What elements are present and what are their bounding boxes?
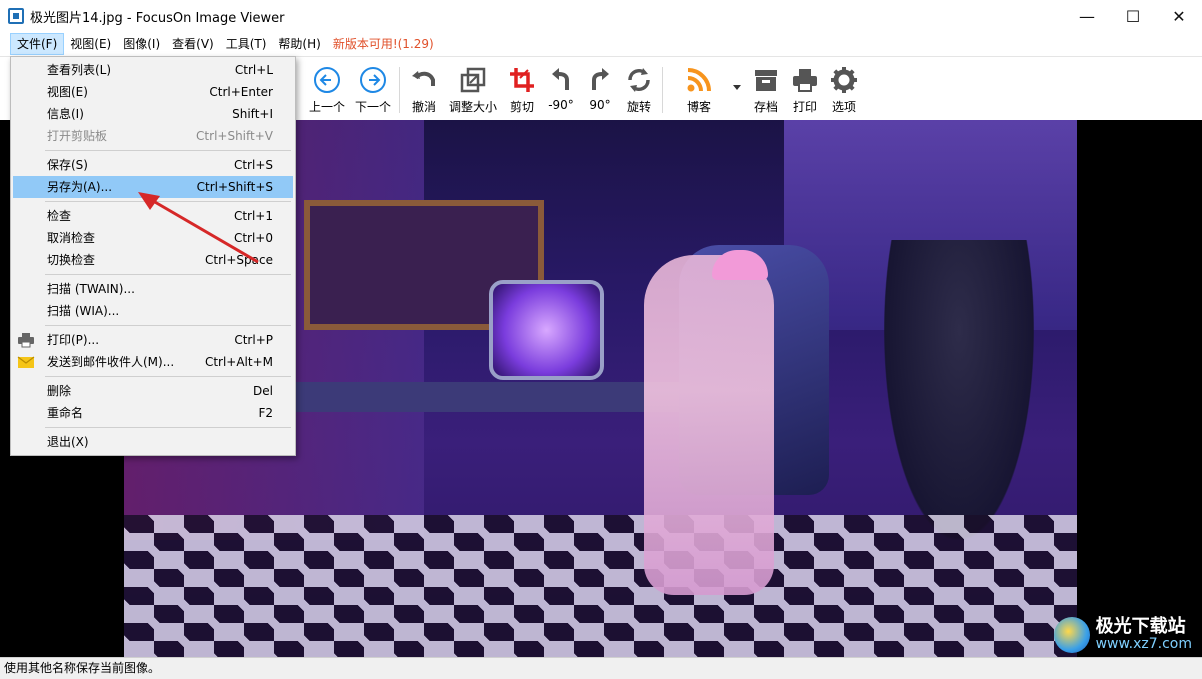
annotation-arrow (138, 192, 259, 264)
